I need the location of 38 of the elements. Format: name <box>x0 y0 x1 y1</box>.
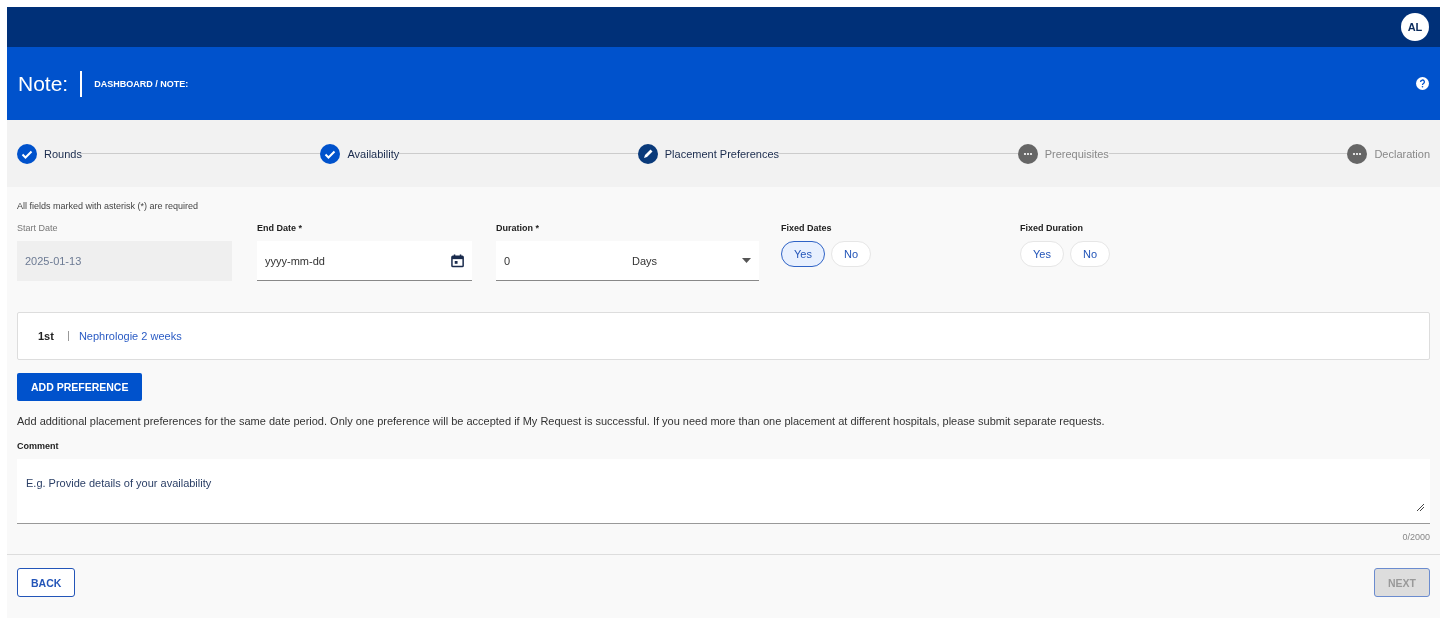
resize-handle-icon[interactable] <box>1417 504 1424 511</box>
step-label[interactable]: Placement Preferences <box>664 147 780 160</box>
user-avatar[interactable]: AL <box>1401 13 1429 41</box>
pencil-icon <box>637 143 658 164</box>
preference-card[interactable]: 1st Nephrologie 2 weeks <box>17 312 1430 360</box>
calendar-icon[interactable] <box>450 253 464 268</box>
character-counter: 0/2000 <box>1402 532 1430 542</box>
dots-icon <box>1347 143 1368 164</box>
end-date-field[interactable]: yyyy-mm-dd <box>265 254 451 267</box>
required-note: All fields marked with asterisk (*) are required <box>17 201 200 211</box>
step-label[interactable]: Rounds <box>44 147 82 160</box>
step-label[interactable]: Availability <box>347 147 400 160</box>
back-button[interactable]: BACK <box>17 568 76 597</box>
check-icon <box>17 143 37 164</box>
help-text: Add additional placement preferences for the same date period. Only one preference will be accepted if My Request is successful. If you need more than one placement at different hospitals, please submit separate requests. <box>17 415 1106 427</box>
breadcrumb[interactable]: DASHBOARD / NOTE: <box>94 78 189 89</box>
field-label: Start Date <box>17 223 59 233</box>
add-preference-button[interactable]: ADD PREFERENCE <box>17 373 143 401</box>
preference-name: Nephrologie 2 weeks <box>67 331 182 341</box>
field-label: Fixed Duration <box>1020 223 1084 233</box>
field-label: End Date * <box>257 223 303 233</box>
field-label: Comment <box>17 441 60 451</box>
date-field[interactable]: yyyy-mm-dd <box>257 241 472 281</box>
dots-icon <box>1017 143 1038 164</box>
dropdown-caret-icon <box>742 258 751 263</box>
toggle-option[interactable]: Yes <box>781 241 825 267</box>
duration-field[interactable]: 0 <box>504 254 632 267</box>
toggle-option[interactable]: Yes <box>1020 241 1064 267</box>
preference-rank: 1st <box>38 330 54 342</box>
toggle-option[interactable]: No <box>830 241 871 267</box>
field-label: Fixed Dates <box>781 223 833 233</box>
toggle-option[interactable]: No <box>1069 241 1110 267</box>
help-icon[interactable] <box>1416 77 1429 90</box>
check-icon <box>320 143 341 164</box>
field-label: Duration * <box>496 223 540 233</box>
comment-field[interactable]: E.g. Provide details of your availability <box>26 477 1352 489</box>
unit-dropdown[interactable]: Days <box>632 254 742 267</box>
page-title: Note: <box>18 71 69 96</box>
